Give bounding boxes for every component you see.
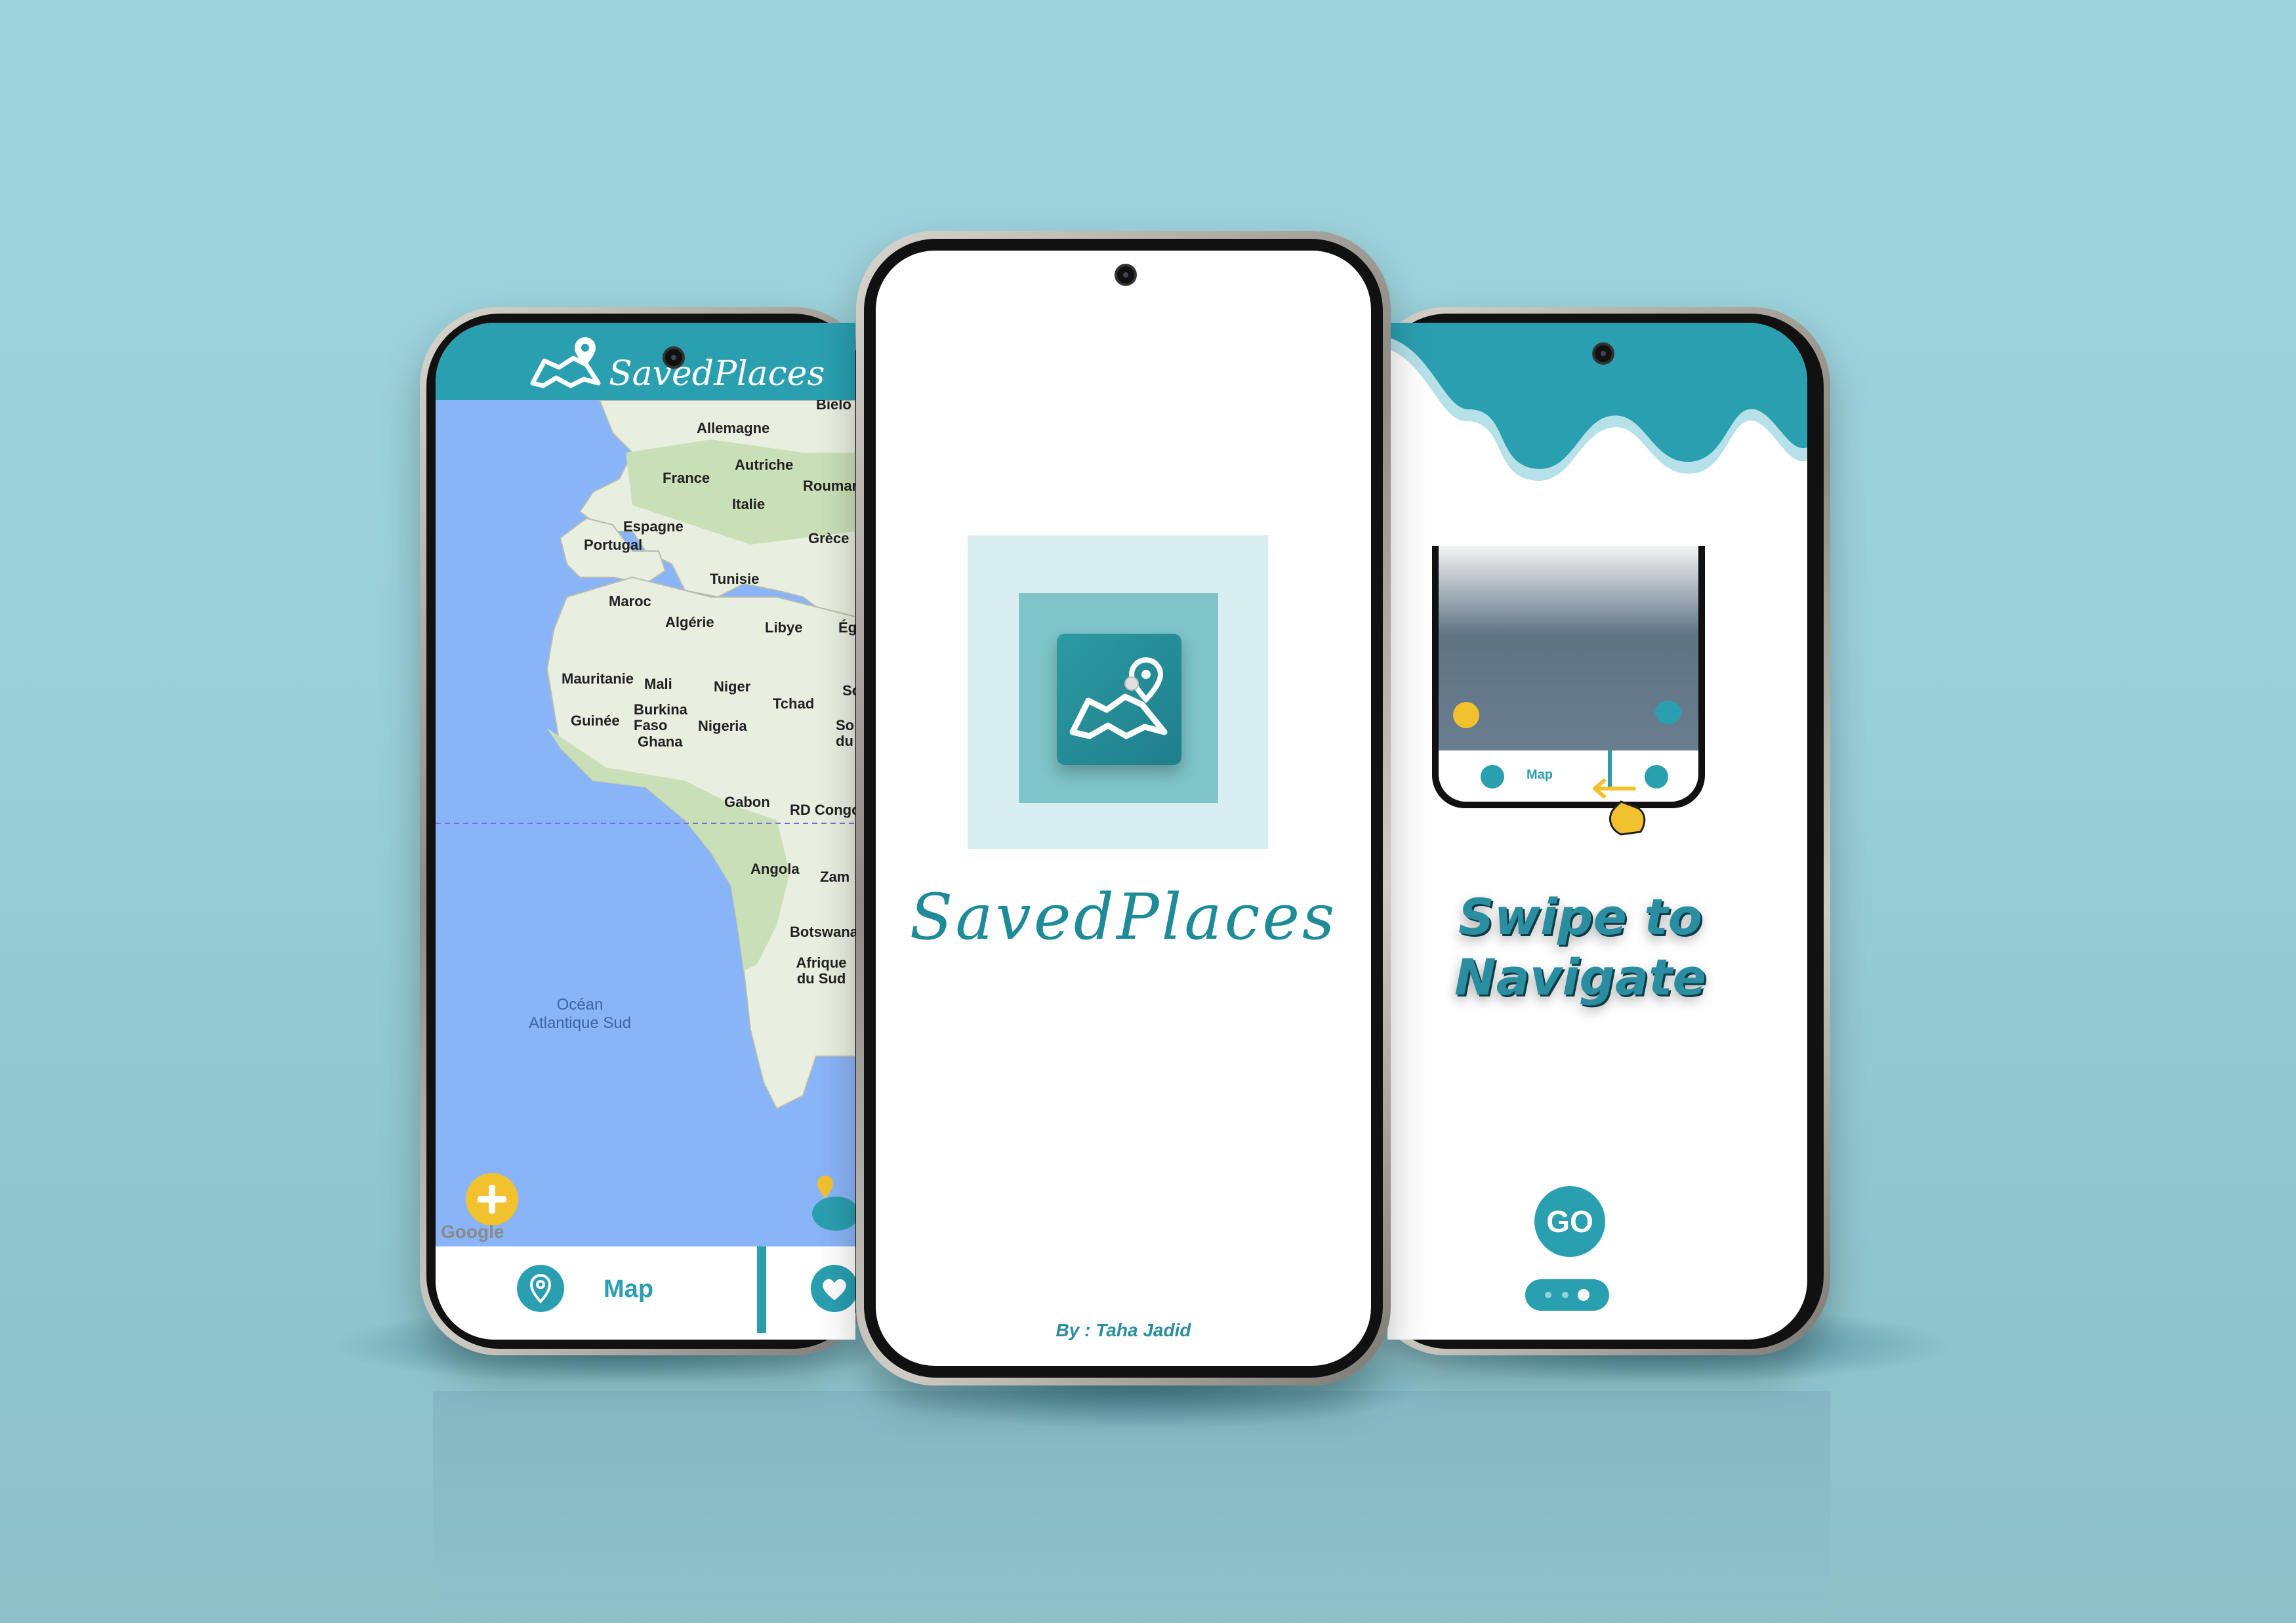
- mini-map-screen: Map: [1439, 546, 1698, 802]
- map-pin-icon: [529, 1273, 552, 1304]
- center-phone-mockup: SavedPlaces By : Taha Jadid: [856, 231, 1391, 1386]
- map-label-egypte: Ég: [838, 619, 855, 636]
- map-label-algerie: Algérie: [665, 614, 714, 630]
- page-dot-3-active[interactable]: [1578, 1289, 1589, 1301]
- map-label-sud-soudan: So du: [836, 717, 855, 749]
- left-phone-mockup: SavedPlaces Bielo Allemagne Autriche Fra…: [420, 307, 872, 1355]
- map-tab-button[interactable]: [517, 1265, 564, 1312]
- map-tab-label[interactable]: Map: [604, 1275, 653, 1304]
- splash-logo-frame: [968, 535, 1268, 849]
- map-label-rd-congo: RD Congo: [790, 802, 855, 818]
- map-label-allemagne: Allemagne: [697, 420, 770, 436]
- map-label-tchad: Tchad: [773, 695, 815, 712]
- map-label-tunisie: Tunisie: [710, 571, 760, 587]
- tutorial-illustration: Map: [1432, 546, 1705, 808]
- map-label-nigeria: Nigeria: [698, 718, 747, 734]
- map-label-italie: Italie: [732, 496, 766, 512]
- favorites-tab-button[interactable]: [811, 1265, 855, 1312]
- map-label-bielo: Bielo: [816, 400, 851, 413]
- map-label-botswana: Botswana: [790, 924, 855, 940]
- mini-add-icon: [1453, 702, 1479, 728]
- go-button[interactable]: GO: [1534, 1186, 1605, 1257]
- splash-screen: SavedPlaces By : Taha Jadid: [876, 251, 1371, 1366]
- swipe-headline: Swipe to Navigate: [1454, 888, 1707, 1006]
- map-label-soudan: So: [842, 682, 855, 699]
- map-screen: SavedPlaces Bielo Allemagne Autriche Fra…: [436, 323, 855, 1340]
- map-label-niger: Niger: [714, 678, 751, 695]
- front-camera: [1115, 264, 1137, 286]
- map-label-portugal: Portugal: [584, 537, 643, 553]
- tab-divider: [757, 1246, 766, 1333]
- map-label-gabon: Gabon: [724, 794, 770, 810]
- map-label-ghana: Ghana: [638, 733, 683, 750]
- front-camera: [663, 346, 685, 369]
- mini-map-pin-icon: [1481, 765, 1504, 789]
- page-dot-2[interactable]: [1562, 1292, 1568, 1298]
- map-label-autriche: Autriche: [735, 457, 794, 473]
- map-label-afrique-du-sud: Afrique du Sud: [796, 955, 847, 987]
- map-label-grece: Grèce: [808, 530, 850, 546]
- heart-icon: [823, 1279, 846, 1300]
- mini-globe-icon: [1655, 701, 1681, 724]
- places-globe-icon[interactable]: [810, 1173, 855, 1232]
- world-map[interactable]: Bielo Allemagne Autriche France Roumani …: [436, 400, 855, 1246]
- google-logo: Google: [441, 1222, 504, 1242]
- right-phone-mockup: Map Swipe to Navigate GO: [1368, 307, 1830, 1355]
- author-byline: By : Taha Jadid: [1056, 1320, 1191, 1340]
- map-label-mauritanie: Mauritanie: [562, 670, 634, 687]
- map-label-mali: Mali: [644, 676, 672, 692]
- header-title: SavedPlaces: [609, 354, 825, 394]
- map-ocean-label: Océan Atlantique Sud: [528, 996, 632, 1032]
- add-place-button[interactable]: [466, 1173, 518, 1225]
- app-icon: [1057, 634, 1181, 765]
- map-label-zambie: Zam: [820, 869, 850, 885]
- app-title: SavedPlaces: [909, 880, 1338, 954]
- app-header: SavedPlaces: [436, 323, 855, 400]
- map-label-libye: Libye: [765, 619, 803, 636]
- onboarding-screen: Map Swipe to Navigate GO: [1387, 323, 1807, 1340]
- page-indicator[interactable]: [1525, 1279, 1609, 1311]
- map-label-guinee: Guinée: [571, 712, 620, 729]
- folded-map-pin-icon: [1069, 657, 1168, 739]
- map-label-angola: Angola: [750, 861, 800, 877]
- map-label-roumanie: Roumani: [803, 478, 855, 494]
- page-dot-1[interactable]: [1545, 1292, 1551, 1298]
- front-camera: [1592, 342, 1614, 365]
- map-label-france: France: [663, 470, 710, 486]
- splash-logo-frame-inner: [1019, 593, 1218, 803]
- swipe-hand-icon: [1593, 779, 1646, 836]
- map-label-espagne: Espagne: [623, 518, 684, 535]
- map-label-burkina-faso: Burkina Faso: [634, 701, 687, 733]
- mini-map-label: Map: [1527, 768, 1553, 782]
- folded-map-pin-icon: [530, 337, 601, 388]
- bottom-navigation: Map: [436, 1246, 855, 1340]
- map-label-maroc: Maroc: [609, 593, 651, 609]
